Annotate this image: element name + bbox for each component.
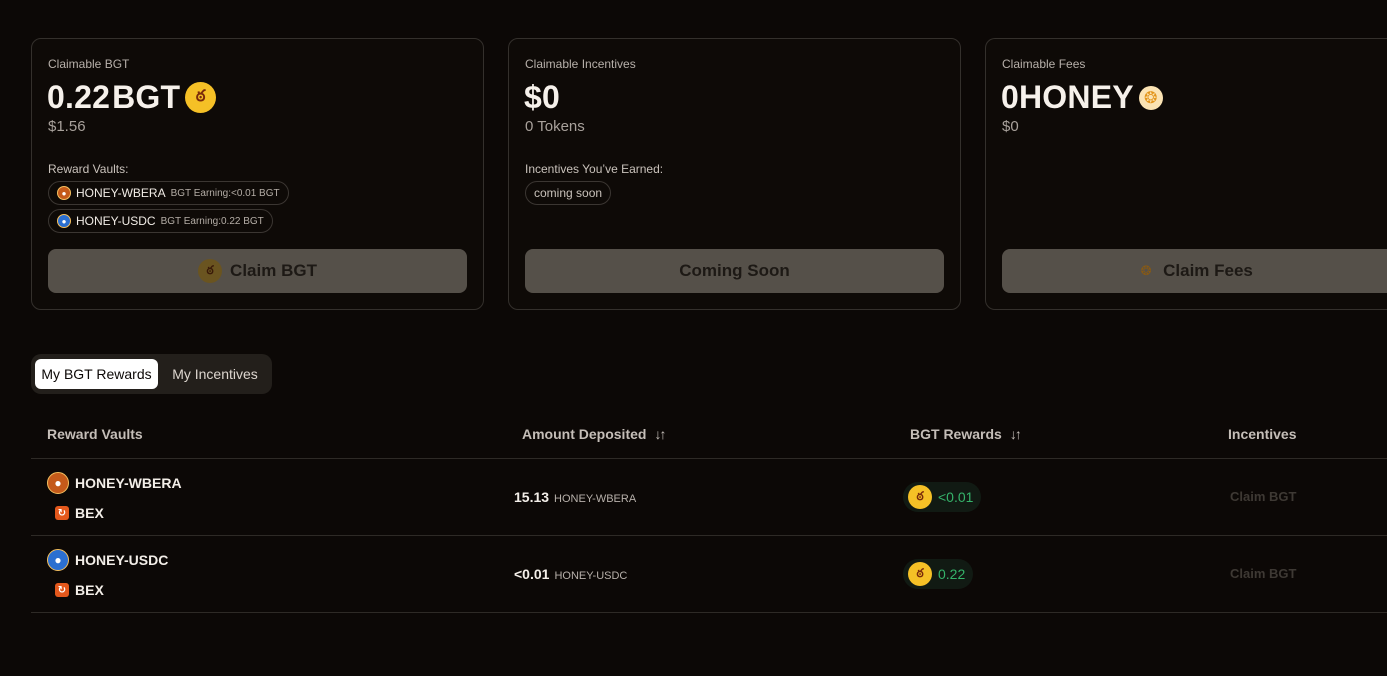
- fees-amount-unit: HONEY: [1019, 79, 1134, 115]
- claimable-bgt-card: Claimable BGT 0.22 BGT ఠ $1.56 Reward Va…: [31, 38, 484, 310]
- row-bgt-reward-value: 0.22: [938, 566, 966, 582]
- row-divider: [31, 612, 1387, 613]
- row-amount-value: 15.13: [514, 489, 550, 505]
- fees-amount-value: 0: [1001, 79, 1019, 115]
- table-header-divider: [31, 458, 1387, 459]
- header-amount-deposited[interactable]: Amount Deposited ↓↑: [522, 426, 666, 442]
- row-vault-name-text: HONEY-USDC: [75, 552, 169, 568]
- row-bgt-reward: ఠ <0.01: [903, 482, 982, 512]
- row-amount-token: HONEY-USDC: [554, 570, 628, 582]
- claimable-incentives-amount: $0: [524, 79, 560, 115]
- row-bgt-reward: ఠ 0.22: [903, 559, 974, 589]
- row-claim-bgt-button[interactable]: Claim BGT: [1230, 489, 1296, 504]
- claimable-bgt-label: Claimable BGT: [48, 57, 130, 71]
- header-amount-deposited-label: Amount Deposited: [522, 426, 647, 442]
- tab-my-incentives[interactable]: My Incentives: [162, 359, 268, 389]
- row-protocol: ↻ BEX: [55, 582, 104, 598]
- vault-pill-earning: BGT Earning:<0.01 BGT: [170, 187, 280, 199]
- row-protocol: ↻ BEX: [55, 505, 104, 521]
- claimable-incentives-card: Claimable Incentives $0 0 Tokens Incenti…: [508, 38, 961, 310]
- header-incentives: Incentives: [1228, 426, 1296, 442]
- rewards-tabs: My BGT Rewards My Incentives: [31, 354, 272, 394]
- claim-bgt-button[interactable]: ఠ Claim BGT: [48, 249, 467, 293]
- honey-icon: ❂: [1138, 85, 1163, 110]
- bgt-coin-icon: ఠ: [908, 562, 932, 586]
- incentives-earned-label: Incentives You’ve Earned:: [525, 162, 664, 176]
- claim-fees-button[interactable]: ❂ Claim Fees: [1002, 249, 1387, 293]
- claimable-fees-card: Claimable Fees 0 HONEY ❂ $0 ❂ Claim Fees: [985, 38, 1387, 310]
- claimable-fees-amount: 0 HONEY ❂: [1001, 79, 1163, 116]
- reward-vaults-label: Reward Vaults:: [48, 162, 129, 176]
- honey-wbera-icon: ●: [57, 186, 71, 200]
- claimable-bgt-usd: $1.56: [48, 118, 86, 135]
- tab-my-bgt-rewards[interactable]: My BGT Rewards: [35, 359, 158, 389]
- row-amount-deposited: 15.13 HONEY-WBERA: [514, 489, 636, 505]
- row-vault-name[interactable]: ● HONEY-WBERA: [47, 472, 182, 494]
- header-incentives-label: Incentives: [1228, 426, 1297, 442]
- incentives-tokens-count: 0 Tokens: [525, 118, 585, 135]
- honey-wbera-icon: ●: [47, 472, 69, 494]
- row-amount-value: <0.01: [514, 566, 550, 582]
- bex-icon: ↻: [55, 506, 69, 520]
- vault-pill-honey-usdc[interactable]: ● HONEY-USDC BGT Earning:0.22 BGT: [48, 209, 273, 233]
- row-vault-name-text: HONEY-WBERA: [75, 475, 182, 491]
- row-protocol-text: BEX: [75, 505, 104, 521]
- bex-icon: ↻: [55, 583, 69, 597]
- bgt-coin-icon: ఠ: [908, 485, 932, 509]
- claim-fees-button-label: Claim Fees: [1163, 261, 1253, 280]
- claimable-fees-usd: $0: [1002, 118, 1019, 135]
- coming-soon-pill: coming soon: [525, 181, 612, 205]
- row-divider: [31, 535, 1387, 536]
- row-vault-name[interactable]: ● HONEY-USDC: [47, 549, 168, 571]
- vault-pill-honey-wbera[interactable]: ● HONEY-WBERA BGT Earning:<0.01 BGT: [48, 181, 289, 205]
- row-bgt-reward-value: <0.01: [938, 489, 974, 505]
- row-protocol-text: BEX: [75, 582, 104, 598]
- claimable-fees-label: Claimable Fees: [1002, 57, 1086, 71]
- header-reward-vaults: Reward Vaults: [47, 426, 143, 442]
- claimable-bgt-amount: 0.22 BGT ఠ: [47, 79, 217, 116]
- row-claim-bgt-button[interactable]: Claim BGT: [1230, 566, 1296, 581]
- vault-pill-name: HONEY-USDC: [76, 214, 156, 228]
- bgt-coin-icon: ఠ: [185, 82, 217, 113]
- honey-usdc-icon: ●: [57, 214, 71, 228]
- claim-bgt-button-label: Claim BGT: [230, 261, 317, 280]
- bgt-amount-value: 0.22: [47, 79, 111, 115]
- bgt-coin-icon: ఠ: [198, 259, 223, 283]
- row-amount-token: HONEY-WBERA: [554, 493, 637, 505]
- vault-pill-earning: BGT Earning:0.22 BGT: [160, 215, 264, 227]
- claimable-incentives-label: Claimable Incentives: [525, 57, 636, 71]
- honey-icon: ❂: [1140, 263, 1152, 278]
- vault-pill-name: HONEY-WBERA: [76, 186, 166, 200]
- bgt-amount-unit: BGT: [112, 79, 181, 115]
- coming-soon-button[interactable]: Coming Soon: [525, 249, 944, 293]
- sort-arrows-icon[interactable]: ↓↑: [1010, 426, 1022, 442]
- coming-soon-pill-text: coming soon: [534, 186, 603, 200]
- header-bgt-rewards-label: BGT Rewards: [910, 426, 1002, 442]
- honey-usdc-icon: ●: [47, 549, 69, 571]
- row-amount-deposited: <0.01 HONEY-USDC: [514, 566, 627, 582]
- coming-soon-button-label: Coming Soon: [679, 261, 790, 280]
- header-reward-vaults-label: Reward Vaults: [47, 426, 143, 442]
- header-bgt-rewards[interactable]: BGT Rewards ↓↑: [910, 426, 1022, 442]
- sort-arrows-icon[interactable]: ↓↑: [654, 426, 666, 442]
